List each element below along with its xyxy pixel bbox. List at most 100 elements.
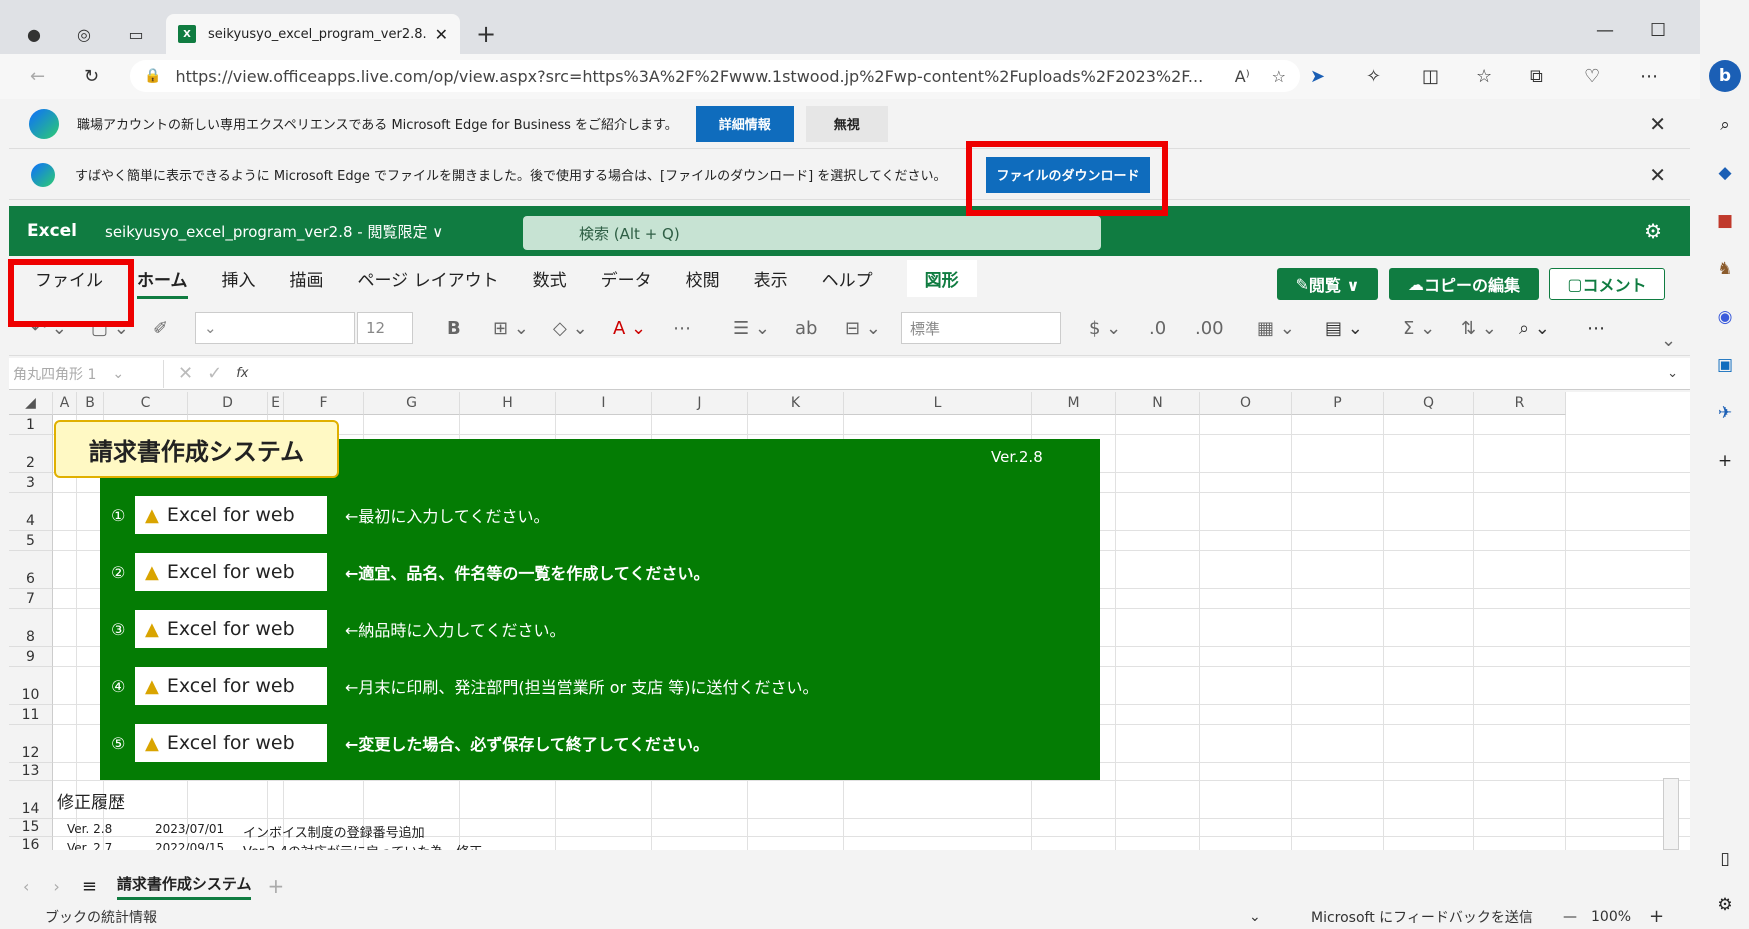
row-header[interactable]: 9 [9, 647, 53, 667]
column-header[interactable]: A [53, 392, 77, 415]
chevron-down-icon[interactable]: ⌄ [1249, 909, 1261, 925]
tab-help[interactable]: ヘルプ [822, 266, 873, 291]
font-size-select[interactable]: 12 [357, 312, 413, 344]
hide-sidebar-icon[interactable]: ▯ [1712, 846, 1738, 872]
tab-actions-icon[interactable]: ▭ [122, 20, 150, 48]
spreadsheet-grid[interactable]: ◢ ABCDEFGHIJKLMNOPQR 1 2 3 4 5 6 7 8 9 10 11 12 13 14… [9, 392, 1690, 850]
bold-icon[interactable]: B [447, 314, 461, 342]
excel-web-button-5[interactable]: ▲ Excel for web [135, 724, 327, 762]
settings-gear-icon[interactable]: ⚙ [1644, 219, 1662, 243]
select-all-corner[interactable]: ◢ [9, 392, 53, 415]
file-name[interactable]: seikyusyo_excel_program_ver2.8 - 閲覧限定 ∨ [105, 221, 443, 242]
column-header[interactable]: B [77, 392, 104, 415]
favorites-icon[interactable]: ☆ [1476, 66, 1492, 87]
row-header[interactable]: 8 [9, 609, 53, 647]
decrease-decimal-icon[interactable]: .00 [1195, 314, 1224, 342]
excel-web-button-2[interactable]: ▲ Excel for web [135, 553, 327, 591]
tab-data[interactable]: データ [601, 266, 652, 291]
column-header[interactable]: C [104, 392, 188, 415]
column-header[interactable]: L [844, 392, 1032, 415]
cancel-icon[interactable]: ✕ [178, 363, 193, 384]
find-icon[interactable]: ⌕ ⌄ [1519, 314, 1550, 342]
search-icon[interactable]: ⌕ [1712, 112, 1738, 138]
minimize-icon[interactable]: — [1596, 20, 1614, 41]
row-header[interactable]: 2 [9, 435, 53, 473]
column-header[interactable]: O [1200, 392, 1292, 415]
chevron-down-icon[interactable]: ⌄ [112, 366, 124, 382]
conditional-format-icon[interactable]: ▦ ⌄ [1257, 314, 1295, 342]
expand-formula-icon[interactable]: ⌄ [1667, 366, 1678, 381]
outlook-icon[interactable]: ▣ [1712, 352, 1738, 378]
zoom-in-icon[interactable]: + [1649, 906, 1664, 927]
tab-home[interactable]: ホーム [137, 266, 188, 299]
excel-web-button-3[interactable]: ▲ Excel for web [135, 610, 327, 648]
row-header[interactable]: 4 [9, 493, 53, 531]
row-header[interactable]: 10 [9, 667, 53, 705]
browser-tab[interactable]: X seikyusyo_excel_program_ver2.8. ✕ [166, 14, 460, 54]
system-title[interactable]: 請求書作成システム [54, 420, 339, 478]
vertical-scrollbar[interactable] [1663, 778, 1679, 850]
close-icon[interactable]: ✕ [1649, 163, 1666, 187]
shopping-icon[interactable]: ◆ [1712, 160, 1738, 186]
column-header[interactable]: F [284, 392, 364, 415]
name-box[interactable]: 角丸四角形 1 ⌄ [9, 359, 164, 388]
row-header[interactable]: 5 [9, 531, 53, 551]
row-header[interactable]: 15 [9, 819, 53, 837]
tab-insert[interactable]: 挿入 [222, 266, 256, 291]
wrap-text-icon[interactable]: ab [795, 314, 817, 342]
more-options-icon[interactable]: ⋯ [1640, 66, 1658, 87]
all-sheets-icon[interactable]: ≡ [82, 876, 97, 897]
increase-decimal-icon[interactable]: .0 [1149, 314, 1166, 342]
tab-formulas[interactable]: 数式 [533, 266, 567, 291]
column-header[interactable]: N [1116, 392, 1200, 415]
workbook-stats[interactable]: ブックの統計情報 [45, 907, 157, 927]
font-family-select[interactable]: ⌄ [195, 312, 355, 344]
column-header[interactable]: H [460, 392, 556, 415]
feedback-link[interactable]: Microsoft にフィードバックを送信 [1311, 907, 1533, 927]
details-button[interactable]: 詳細情報 [695, 105, 794, 142]
font-color-icon[interactable]: A ⌄ [613, 314, 646, 342]
office-icon[interactable]: ◉ [1712, 304, 1738, 330]
number-format-select[interactable]: 標準 [901, 312, 1061, 344]
row-header[interactable]: 13 [9, 763, 53, 781]
maximize-icon[interactable]: ☐ [1650, 20, 1666, 41]
row-header[interactable]: 11 [9, 705, 53, 725]
zoom-out-icon[interactable]: — [1563, 909, 1577, 925]
sidebar-settings-icon[interactable]: ⚙ [1712, 892, 1738, 918]
tab-draw[interactable]: 描画 [290, 266, 324, 291]
row-header[interactable]: 6 [9, 551, 53, 589]
back-icon[interactable]: ← [30, 66, 45, 87]
profile-icon[interactable]: ● [20, 20, 48, 48]
row-header[interactable]: 1 [9, 415, 53, 435]
view-mode-button[interactable]: ✎ 閲覧 ∨ [1277, 268, 1378, 300]
currency-icon[interactable]: $ ⌄ [1089, 314, 1121, 342]
comment-button[interactable]: ▢ コメント [1549, 268, 1665, 300]
health-icon[interactable]: ♡ [1584, 66, 1600, 87]
column-header[interactable]: R [1474, 392, 1566, 415]
more-commands-icon[interactable]: ⋯ [1587, 314, 1605, 342]
row-header[interactable]: 12 [9, 725, 53, 763]
column-header[interactable]: P [1292, 392, 1384, 415]
workspaces-icon[interactable]: ◎ [70, 20, 98, 48]
prev-sheet-icon[interactable]: ‹ [23, 877, 29, 896]
tab-review[interactable]: 校閲 [686, 266, 720, 291]
new-tab-button[interactable]: + [476, 20, 496, 48]
expand-ribbon-icon[interactable]: ⌄ [1661, 326, 1676, 354]
close-tab-icon[interactable]: ✕ [435, 25, 448, 44]
row-header[interactable]: 3 [9, 473, 53, 493]
fill-color-icon[interactable]: ◇ ⌄ [553, 314, 588, 342]
tab-page-layout[interactable]: ページ レイアウト [358, 266, 499, 291]
row-header[interactable]: 16 [9, 837, 53, 850]
column-header[interactable]: Q [1384, 392, 1474, 415]
sort-filter-icon[interactable]: ⇅ ⌄ [1461, 314, 1497, 342]
add-sidebar-icon[interactable]: + [1712, 448, 1738, 474]
send-icon[interactable]: ✈ [1712, 400, 1738, 426]
column-header[interactable]: K [748, 392, 844, 415]
column-header[interactable]: M [1032, 392, 1116, 415]
search-input[interactable]: 検索 (Alt + Q) [523, 216, 1101, 250]
sheet-tab-active[interactable]: 請求書作成システム [116, 873, 252, 900]
favorite-star-icon[interactable]: ☆ [1272, 67, 1286, 86]
align-icon[interactable]: ☰ ⌄ [733, 314, 770, 342]
tab-view[interactable]: 表示 [754, 266, 788, 291]
column-header[interactable]: J [652, 392, 748, 415]
